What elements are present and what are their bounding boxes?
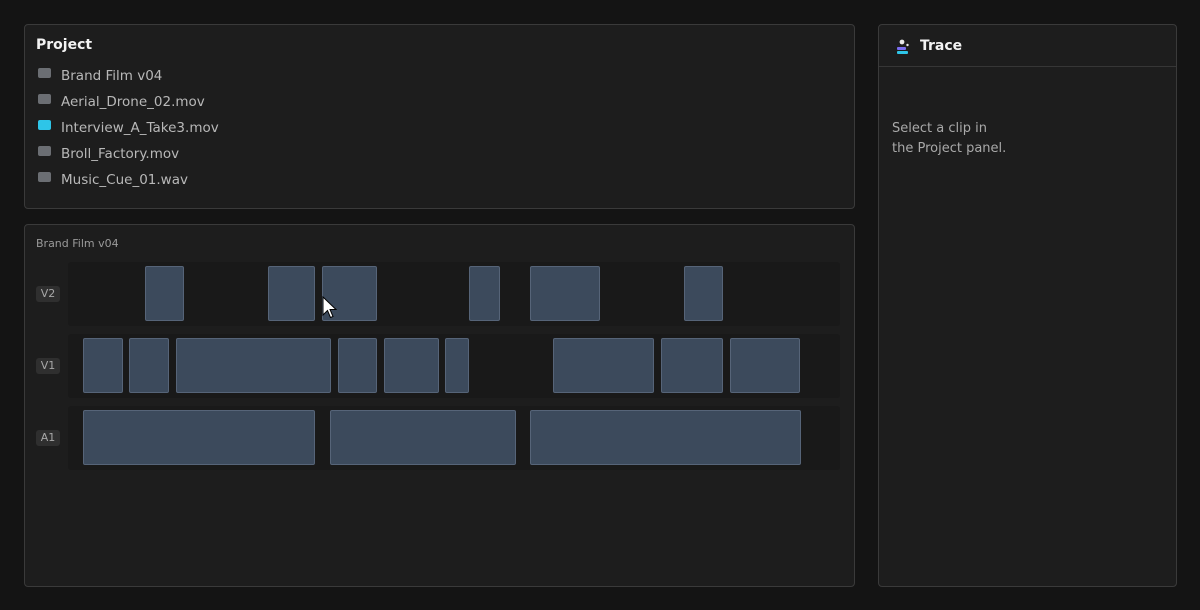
timeline-clip[interactable] [553, 338, 654, 393]
timeline-clip[interactable] [338, 338, 377, 393]
trace-panel: Trace Select a clip in the Project panel… [878, 24, 1177, 587]
timeline-clip[interactable] [268, 266, 315, 321]
timeline-clip[interactable] [684, 266, 723, 321]
timeline-clip[interactable] [176, 338, 331, 393]
project-panel-title: Project [36, 37, 93, 53]
project-item-interview[interactable]: Interview_A_Take3.mov [38, 115, 219, 141]
project-item-list: Brand Film v04 Aerial_Drone_02.mov Inter… [38, 63, 219, 193]
project-panel: Project Brand Film v04 Aerial_Drone_02.m… [24, 24, 855, 209]
project-item-music-cue[interactable]: Music_Cue_01.wav [38, 167, 219, 193]
timeline-panel: Brand Film v04 V2 V1 A1 [24, 224, 855, 587]
project-item-aerial-drone[interactable]: Aerial_Drone_02.mov [38, 89, 219, 115]
timeline-clip[interactable] [530, 410, 801, 465]
mouse-pointer-icon [322, 296, 338, 319]
project-item-swatch [38, 172, 51, 182]
project-item-label: Aerial_Drone_02.mov [61, 94, 205, 110]
project-item-swatch [38, 94, 51, 104]
timeline-clip[interactable] [83, 338, 123, 393]
timeline-clip[interactable] [530, 266, 600, 321]
timeline-clip[interactable] [330, 410, 516, 465]
project-item-broll-factory[interactable]: Broll_Factory.mov [38, 141, 219, 167]
track-lane-v1[interactable] [68, 334, 840, 398]
timeline-clip[interactable] [661, 338, 723, 393]
timeline-clip[interactable] [384, 338, 439, 393]
timeline-sequence-name: Brand Film v04 [36, 237, 119, 250]
project-item-swatch [38, 146, 51, 156]
timeline-clip[interactable] [730, 338, 800, 393]
project-item-swatch-active [38, 120, 51, 130]
track-label-v2: V2 [36, 286, 60, 302]
timeline-clip[interactable] [445, 338, 469, 393]
project-item-label: Music_Cue_01.wav [61, 172, 188, 188]
trace-message-line: the Project panel. [892, 141, 1007, 156]
timeline-clip[interactable] [469, 266, 500, 321]
track-label-v1: V1 [36, 358, 60, 374]
track-lane-v2[interactable] [68, 262, 840, 326]
timeline-clip[interactable] [129, 338, 169, 393]
trace-empty-message: Select a clip in the Project panel. [892, 119, 1092, 159]
trace-icon [897, 39, 909, 54]
project-item-label: Broll_Factory.mov [61, 146, 180, 162]
timeline-clip[interactable] [83, 410, 315, 465]
trace-panel-header: Trace [879, 25, 1176, 67]
project-item-brand-film[interactable]: Brand Film v04 [38, 63, 219, 89]
project-item-label: Brand Film v04 [61, 68, 163, 84]
track-lane-a1[interactable] [68, 406, 840, 470]
project-item-label: Interview_A_Take3.mov [61, 120, 219, 136]
trace-message-line: Select a clip in [892, 121, 987, 136]
trace-panel-title: Trace [920, 38, 963, 54]
track-label-a1: A1 [36, 430, 60, 446]
timeline-clip[interactable] [145, 266, 184, 321]
project-item-swatch [38, 68, 51, 78]
